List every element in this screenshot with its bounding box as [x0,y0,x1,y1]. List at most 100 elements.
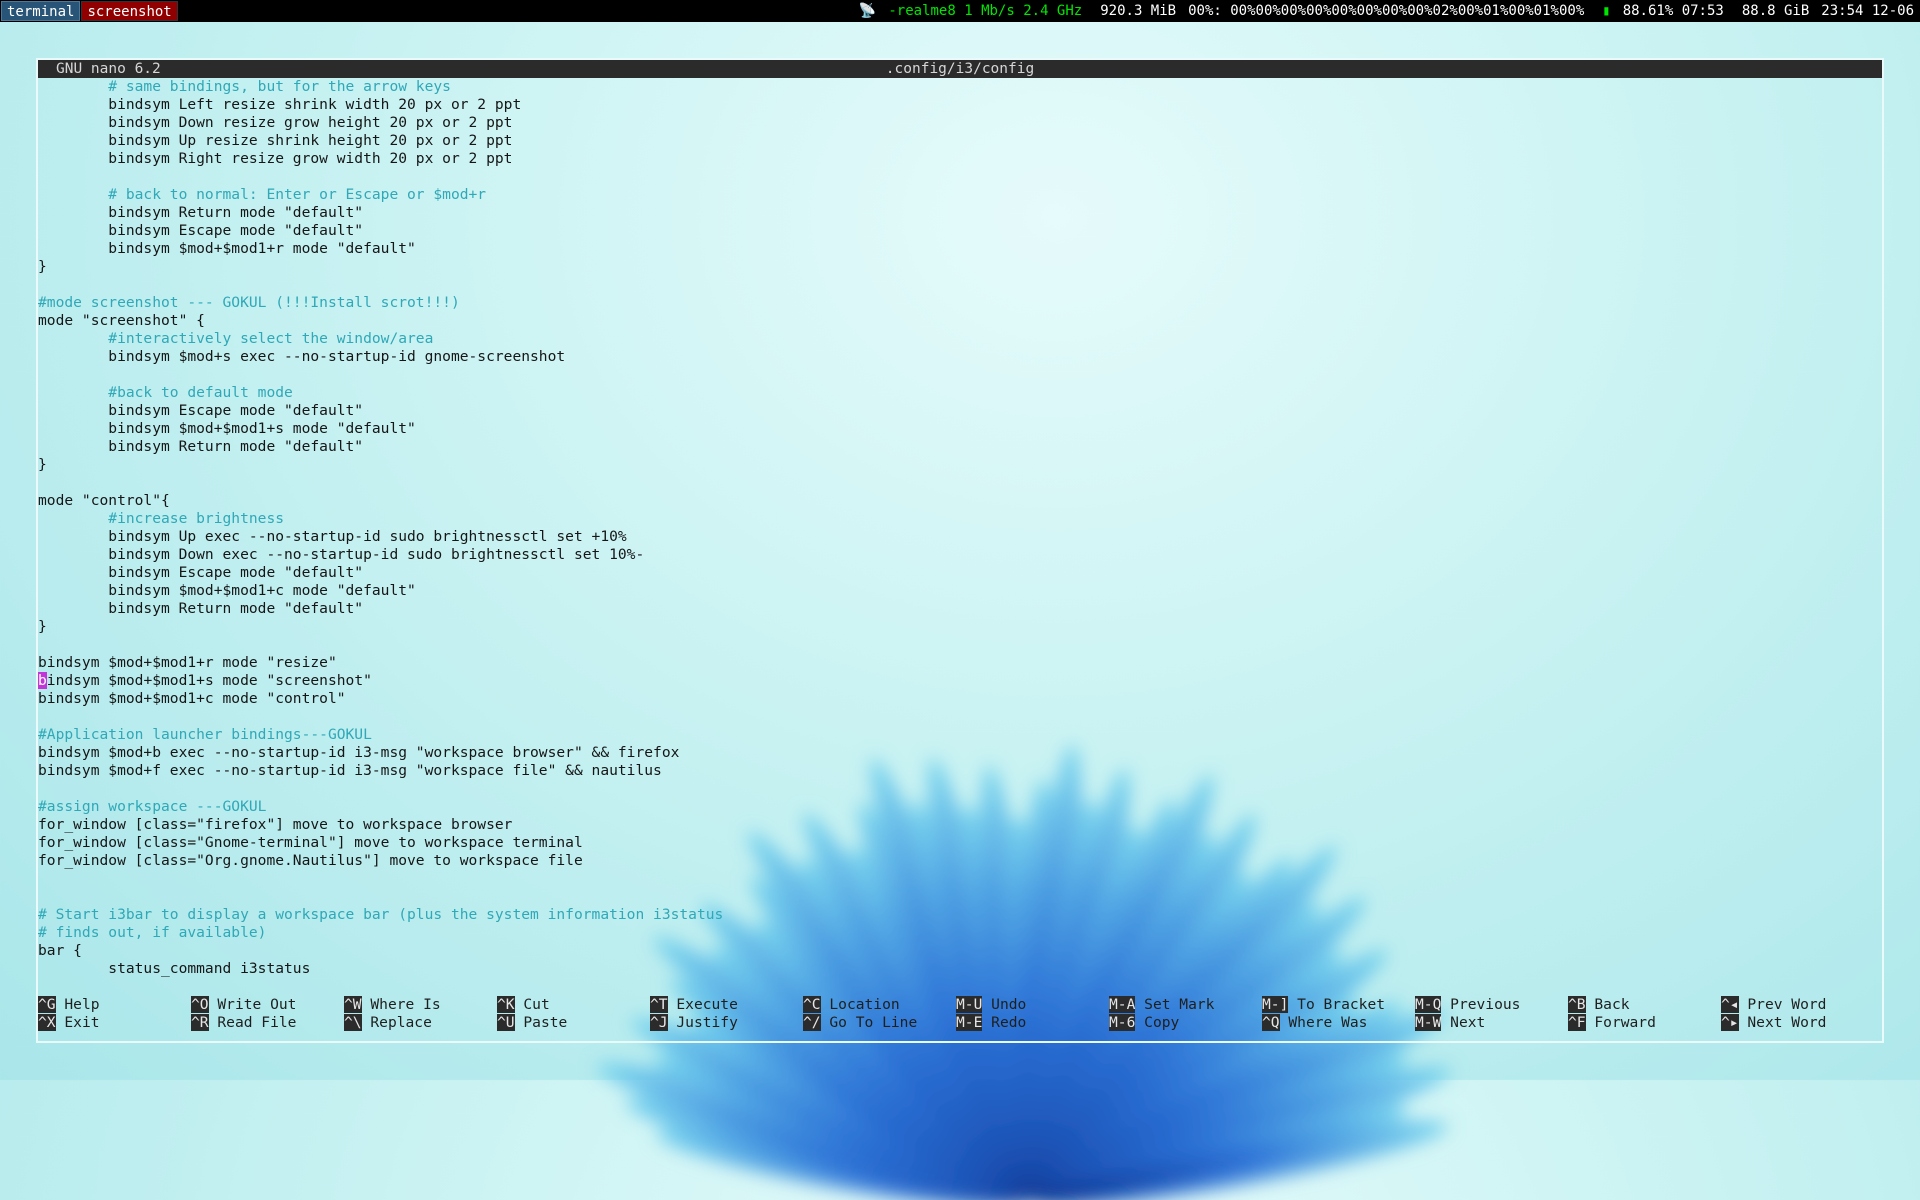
code-line[interactable]: bindsym Return mode "default" [38,438,1882,456]
code-line[interactable]: bindsym $mod+$mod1+r mode "resize" [38,654,1882,672]
code-line[interactable]: #Application launcher bindings---GOKUL [38,726,1882,744]
shortcut-label: To Bracket [1297,996,1386,1013]
code-line[interactable]: bindsym Return mode "default" [38,204,1882,222]
code-line[interactable]: status_command i3status [38,960,1882,978]
shortcut-item[interactable]: M-W Next [1415,1014,1565,1032]
code-line[interactable]: #assign workspace ---GOKUL [38,798,1882,816]
shortcut-item[interactable]: ^U Paste [497,1014,647,1032]
code-line[interactable]: bindsym $mod+f exec --no-startup-id i3-m… [38,762,1882,780]
shortcut-label: Exit [64,1014,100,1031]
shortcut-item[interactable]: M-] To Bracket [1262,996,1412,1014]
shortcut-item[interactable]: ^/ Go To Line [803,1014,953,1032]
terminal-window[interactable]: GNU nano 6.2 .config/i3/config # same bi… [36,58,1884,1043]
code-line[interactable] [38,870,1882,888]
shortcut-label: Previous [1450,996,1521,1013]
text-cursor: b [38,672,47,689]
code-line[interactable]: bindsym $mod+b exec --no-startup-id i3-m… [38,744,1882,762]
code-line[interactable]: bindsym $mod+$mod1+s mode "screenshot" [38,672,1882,690]
status-area: 📡 -realme8 1 Mb/s 2.4 GHz 920.3 MiB 00%: … [847,3,1920,19]
shortcut-key: ^W [344,996,362,1013]
shortcut-label: Location [829,996,900,1013]
code-line[interactable]: bindsym $mod+s exec --no-startup-id gnom… [38,348,1882,366]
shortcut-label: Forward [1594,1014,1656,1031]
workspace-button-terminal[interactable]: terminal [1,1,81,21]
code-line[interactable]: #interactively select the window/area [38,330,1882,348]
code-line[interactable]: bar { [38,942,1882,960]
code-line[interactable]: bindsym Down exec --no-startup-id sudo b… [38,546,1882,564]
code-line[interactable] [38,168,1882,186]
shortcut-item[interactable]: ^▸ Next Word [1721,1014,1871,1032]
code-line[interactable] [38,474,1882,492]
code-line[interactable]: # finds out, if available) [38,924,1882,942]
shortcut-item[interactable]: M-A Set Mark [1109,996,1259,1014]
code-line[interactable]: for_window [class="Org.gnome.Nautilus"] … [38,852,1882,870]
code-line[interactable]: bindsym $mod+$mod1+s mode "default" [38,420,1882,438]
shortcut-key: ^C [803,996,821,1013]
code-line[interactable]: } [38,618,1882,636]
battery-status: ▮ 88.61% 07:53 [1590,3,1736,19]
shortcut-item[interactable]: ^K Cut [497,996,647,1014]
shortcut-key: ^/ [803,1014,821,1031]
shortcut-item[interactable]: M-Q Previous [1415,996,1565,1014]
code-line[interactable]: bindsym $mod+$mod1+r mode "default" [38,240,1882,258]
code-line[interactable]: bindsym $mod+$mod1+c mode "default" [38,582,1882,600]
shortcut-key: ^F [1568,1014,1586,1031]
code-line[interactable]: bindsym Up exec --no-startup-id sudo bri… [38,528,1882,546]
shortcut-item[interactable]: ^C Location [803,996,953,1014]
code-line[interactable] [38,708,1882,726]
shortcut-key: ^U [497,1014,515,1031]
shortcut-label: Cut [523,996,550,1013]
battery-icon: ▮ [1602,3,1611,19]
code-line[interactable]: bindsym Up resize shrink height 20 px or… [38,132,1882,150]
code-line[interactable] [38,276,1882,294]
shortcut-item[interactable]: M-6 Copy [1109,1014,1259,1032]
shortcut-item[interactable]: ^G Help [38,996,188,1014]
code-line[interactable] [38,366,1882,384]
code-line[interactable]: # same bindings, but for the arrow keys [38,78,1882,96]
code-line[interactable] [38,636,1882,654]
shortcut-item[interactable]: ^J Justify [650,1014,800,1032]
shortcut-item[interactable]: ^F Forward [1568,1014,1718,1032]
shortcut-item[interactable]: ^R Read File [191,1014,341,1032]
shortcut-item[interactable]: ^W Where Is [344,996,494,1014]
shortcut-item[interactable]: M-U Undo [956,996,1106,1014]
shortcut-item[interactable]: ^T Execute [650,996,800,1014]
code-line[interactable]: mode "screenshot" { [38,312,1882,330]
code-line[interactable]: # back to normal: Enter or Escape or $mo… [38,186,1882,204]
code-line[interactable]: bindsym Escape mode "default" [38,564,1882,582]
shortcut-item[interactable]: ^X Exit [38,1014,188,1032]
shortcut-item[interactable]: ^Q Where Was [1262,1014,1412,1032]
code-line[interactable]: bindsym $mod+$mod1+c mode "control" [38,690,1882,708]
code-line[interactable]: #mode screenshot --- GOKUL (!!!Install s… [38,294,1882,312]
shortcut-item[interactable]: ^\ Replace [344,1014,494,1032]
code-line[interactable]: mode "control"{ [38,492,1882,510]
shortcut-item[interactable]: ^O Write Out [191,996,341,1014]
code-line[interactable]: bindsym Return mode "default" [38,600,1882,618]
code-line[interactable]: bindsym Escape mode "default" [38,402,1882,420]
code-line[interactable]: # Start i3bar to display a workspace bar… [38,906,1882,924]
editor-buffer[interactable]: # same bindings, but for the arrow keys … [38,78,1882,978]
code-line[interactable]: #back to default mode [38,384,1882,402]
code-line[interactable]: bindsym Left resize shrink width 20 px o… [38,96,1882,114]
code-line[interactable] [38,780,1882,798]
code-line[interactable]: for_window [class="firefox"] move to wor… [38,816,1882,834]
code-line[interactable]: bindsym Right resize grow width 20 px or… [38,150,1882,168]
code-line[interactable]: bindsym Escape mode "default" [38,222,1882,240]
code-line[interactable]: } [38,456,1882,474]
code-line[interactable]: } [38,258,1882,276]
disk-status: 88.8 GiB [1741,3,1810,19]
shortcut-key: M-U [956,996,983,1013]
shortcut-bar: ^G Help ^X Exit ^O Write Out ^R Read File ^W… [38,996,1882,1032]
shortcut-label: Redo [991,1014,1027,1031]
shortcut-label: Next [1450,1014,1486,1031]
code-line[interactable] [38,888,1882,906]
shortcut-label: Justify [676,1014,738,1031]
shortcut-item[interactable]: ^◂ Prev Word [1721,996,1871,1014]
shortcut-item[interactable]: M-E Redo [956,1014,1106,1032]
shortcut-item[interactable]: ^B Back [1568,996,1718,1014]
code-line[interactable]: bindsym Down resize grow height 20 px or… [38,114,1882,132]
workspace-button-screenshot[interactable]: screenshot [81,1,178,21]
code-line[interactable]: for_window [class="Gnome-terminal"] move… [38,834,1882,852]
code-line[interactable]: #increase brightness [38,510,1882,528]
shortcut-label: Set Mark [1144,996,1215,1013]
